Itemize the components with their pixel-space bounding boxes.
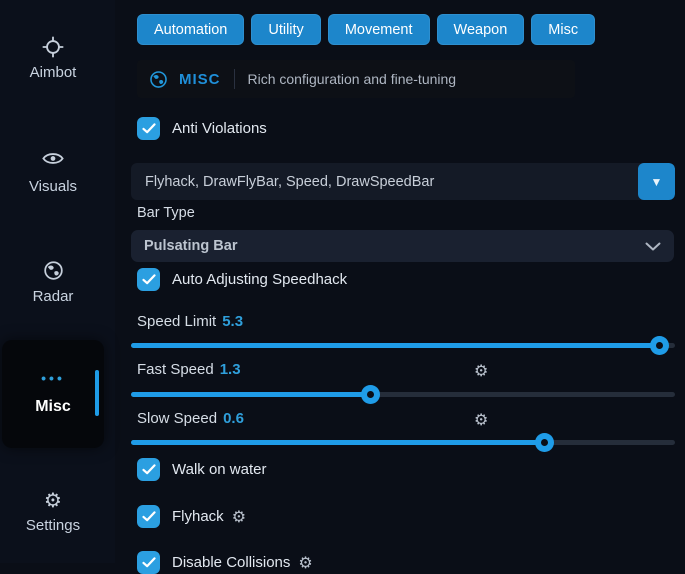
slider-fill [131, 343, 659, 348]
sidebar-item-visuals[interactable]: Visuals [0, 150, 106, 195]
tab-weapon[interactable]: Weapon [437, 14, 525, 45]
eye-icon [0, 150, 106, 174]
slider-label-text: Fast Speed [137, 361, 214, 378]
dropdown-button[interactable]: ▼ [638, 163, 675, 200]
fast-speed-label: Fast Speed 1.3 [137, 361, 241, 378]
checkbox-checked-icon[interactable] [137, 505, 160, 528]
slider-thumb[interactable] [535, 433, 554, 452]
bar-type-label: Bar Type [137, 205, 195, 221]
slider-value: 1.3 [220, 361, 241, 378]
sidebar-item-label: Visuals [0, 178, 106, 195]
sidebar-item-radar[interactable]: Radar [0, 260, 106, 305]
slider-thumb[interactable] [361, 385, 380, 404]
bar-type-select[interactable]: Pulsating Bar [131, 230, 674, 262]
auto-adjusting-speedhack-toggle[interactable]: Auto Adjusting Speedhack [137, 268, 347, 291]
globe-icon [0, 260, 106, 284]
slider-fill [131, 440, 544, 445]
sidebar-item-aimbot[interactable]: Aimbot [0, 36, 106, 81]
crosshair-icon [0, 36, 106, 60]
sidebar-item-settings[interactable]: ⚙ Settings [0, 489, 106, 534]
section-title: MISC [179, 71, 221, 88]
sidebar-item-misc[interactable]: ••• Misc [2, 340, 104, 448]
active-indicator [95, 370, 99, 416]
slider-value: 0.6 [223, 410, 244, 427]
thumb-dot [656, 342, 663, 349]
toggle-label: Anti Violations [172, 120, 267, 137]
slow-speed-slider[interactable] [131, 440, 675, 445]
sidebar-item-label: Settings [0, 517, 106, 534]
gear-icon[interactable]: ⚙ [474, 410, 488, 430]
speed-limit-slider[interactable] [131, 343, 675, 348]
fast-speed-slider[interactable] [131, 392, 675, 397]
content-panel: Automation Utility Movement Weapon Misc … [131, 0, 675, 563]
thumb-dot [367, 391, 374, 398]
violations-multiselect[interactable]: Flyhack, DrawFlyBar, Speed, DrawSpeedBar… [131, 163, 675, 200]
sidebar: Aimbot Visuals Radar ••• Misc ⚙ Settings [0, 0, 115, 563]
divider [234, 69, 235, 89]
mod-menu-window: { "colors":{"accent":"#1d86cb","checkbox… [0, 0, 685, 563]
tab-bar: Automation Utility Movement Weapon Misc [137, 14, 595, 45]
sidebar-item-label: Misc [2, 398, 104, 416]
tab-utility[interactable]: Utility [251, 14, 320, 45]
section-header: MISC Rich configuration and fine-tuning [137, 60, 575, 98]
gear-icon[interactable]: ⚙ [474, 361, 488, 381]
dropdown-arrow-icon: ▼ [651, 175, 663, 189]
globe-icon [149, 70, 168, 89]
checkbox-checked-icon[interactable] [137, 458, 160, 481]
walk-on-water-toggle[interactable]: Walk on water [137, 458, 266, 481]
slider-label-text: Slow Speed [137, 410, 217, 427]
checkbox-checked-icon[interactable] [137, 117, 160, 140]
thumb-dot [541, 439, 548, 446]
sidebar-item-label: Aimbot [0, 64, 106, 81]
slow-speed-label: Slow Speed 0.6 [137, 410, 244, 427]
select-value: Pulsating Bar [144, 238, 237, 254]
ellipsis-icon: ••• [2, 370, 104, 386]
speed-limit-label: Speed Limit 5.3 [137, 313, 243, 330]
chevron-down-icon [645, 242, 661, 251]
slider-value: 5.3 [222, 313, 243, 330]
gear-icon[interactable]: ⚙ [232, 507, 246, 527]
toggle-label: Walk on water [172, 461, 266, 478]
tab-automation[interactable]: Automation [137, 14, 244, 45]
section-description: Rich configuration and fine-tuning [248, 71, 457, 87]
slider-thumb[interactable] [650, 336, 669, 355]
toggle-label: Flyhack [172, 508, 224, 525]
slider-fill [131, 392, 370, 397]
checkbox-checked-icon[interactable] [137, 268, 160, 291]
anti-violations-toggle[interactable]: Anti Violations [137, 117, 267, 140]
tab-misc[interactable]: Misc [531, 14, 595, 45]
gear-icon: ⚙ [0, 489, 106, 513]
multiselect-value: Flyhack, DrawFlyBar, Speed, DrawSpeedBar [131, 174, 638, 190]
slider-label-text: Speed Limit [137, 313, 216, 330]
toggle-label: Auto Adjusting Speedhack [172, 271, 347, 288]
sidebar-item-label: Radar [0, 288, 106, 305]
flyhack-toggle[interactable]: Flyhack ⚙ [137, 505, 246, 528]
tab-movement[interactable]: Movement [328, 14, 430, 45]
